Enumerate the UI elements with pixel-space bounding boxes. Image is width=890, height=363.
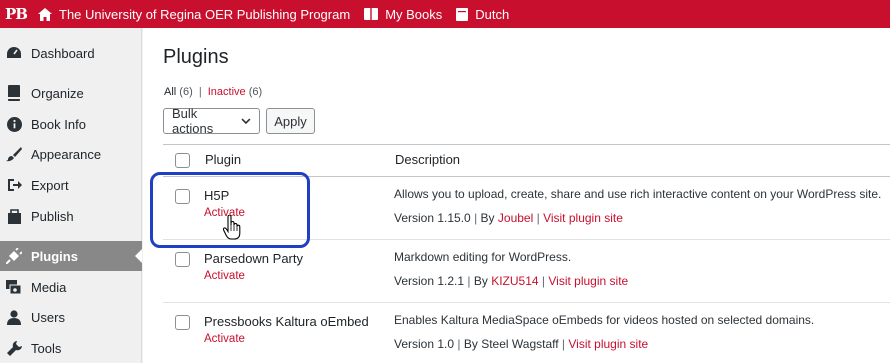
sidebar-item-export[interactable]: Export — [0, 170, 142, 200]
sidebar-item-dashboard[interactable]: Dashboard — [0, 38, 142, 68]
plugin-version: Version 1.15.0 — [394, 211, 471, 225]
apply-button[interactable]: Apply — [266, 108, 315, 134]
plugins-table: Plugin Description H5P Activate Allows y… — [163, 144, 890, 363]
sidebar-item-label: Book Info — [31, 116, 86, 132]
by-prefix: By — [473, 274, 488, 288]
books-icon — [364, 8, 379, 20]
admin-sidebar: Dashboard Organize Book Info Appearance … — [0, 28, 142, 363]
book-icon — [456, 7, 469, 21]
table-row: H5P Activate Allows you to upload, creat… — [163, 178, 890, 240]
column-header-plugin: Plugin — [205, 152, 242, 167]
plugin-meta: Version 1.2.1 | By KIZU514 | Visit plugi… — [394, 274, 629, 288]
by-prefix: By — [480, 211, 495, 225]
bulk-actions-select[interactable]: Bulk actions — [163, 106, 260, 136]
publish-icon — [6, 208, 22, 224]
chevron-down-icon — [241, 117, 251, 124]
media-icon — [6, 279, 22, 295]
admin-bar-network-link[interactable]: The University of Regina OER Publishing … — [32, 0, 358, 28]
column-header-description: Description — [395, 152, 461, 167]
sidebar-item-label: Publish — [31, 208, 74, 224]
sidebar-item-appearance[interactable]: Appearance — [0, 139, 142, 169]
filter-separator: | — [198, 86, 202, 98]
sidebar-item-book-info[interactable]: Book Info — [0, 109, 142, 139]
dashboard-icon — [6, 45, 22, 61]
sidebar-item-label: Users — [31, 309, 65, 325]
admin-bar-book-dutch[interactable]: Dutch — [450, 0, 517, 28]
author-link[interactable]: Joubel — [498, 211, 533, 225]
plugin-name: Parsedown Party — [204, 251, 303, 266]
sidebar-item-publish[interactable]: Publish — [0, 201, 142, 231]
author-name: Steel Wagstaff — [481, 337, 559, 351]
plugin-filters: All (6) | Inactive (6) — [164, 86, 262, 98]
sidebar-item-organize[interactable]: Organize — [0, 78, 142, 108]
brush-icon — [6, 146, 22, 162]
table-row: Pressbooks Kaltura oEmbed Activate Enabl… — [163, 304, 890, 363]
sidebar-item-label: Media — [31, 279, 67, 295]
sidebar-item-label: Appearance — [31, 146, 102, 162]
pressbooks-logo[interactable]: PB — [0, 0, 32, 28]
plugin-description: Allows you to upload, create, share and … — [394, 187, 882, 201]
info-icon — [6, 116, 22, 132]
sidebar-item-label: Tools — [31, 340, 62, 356]
visit-plugin-site-link[interactable]: Visit plugin site — [568, 337, 648, 351]
admin-bar-my-books-label: My Books — [385, 6, 443, 22]
sidebar-item-label: Dashboard — [31, 45, 95, 61]
plugin-meta: Version 1.15.0 | By Joubel | Visit plugi… — [394, 211, 623, 225]
sidebar-item-label: Export — [31, 177, 69, 193]
organize-icon — [6, 85, 22, 101]
select-all-checkbox[interactable] — [175, 153, 190, 168]
activate-link[interactable]: Activate — [204, 333, 245, 345]
plugin-meta: Version 1.0 | By Steel Wagstaff | Visit … — [394, 337, 649, 351]
visit-plugin-site-link[interactable]: Visit plugin site — [548, 274, 628, 288]
bulk-actions-value: Bulk actions — [172, 106, 214, 136]
active-menu-arrow — [135, 249, 142, 263]
activate-link[interactable]: Activate — [204, 270, 245, 282]
admin-bar-my-books[interactable]: My Books — [358, 0, 450, 28]
visit-plugin-site-link[interactable]: Visit plugin site — [543, 211, 623, 225]
admin-bar-network-label: The University of Regina OER Publishing … — [59, 6, 351, 22]
sidebar-item-media[interactable]: Media — [0, 272, 142, 302]
home-icon — [38, 7, 52, 21]
filter-all-count: (6) — [179, 86, 193, 98]
main-content: Plugins All (6) | Inactive (6) Bulk acti… — [143, 28, 890, 363]
sidebar-item-tools[interactable]: Tools — [0, 333, 142, 363]
plugin-description: Enables Kaltura MediaSpace oEmbeds for v… — [394, 313, 815, 327]
sidebar-item-label: Organize — [31, 85, 84, 101]
author-link[interactable]: KIZU514 — [491, 274, 538, 288]
plugin-name: H5P — [204, 188, 230, 203]
export-icon — [6, 177, 22, 193]
plugin-description: Markdown editing for WordPress. — [394, 250, 572, 264]
plugin-version: Version 1.0 — [394, 337, 455, 351]
plugin-version: Version 1.2.1 — [394, 274, 465, 288]
row-checkbox[interactable] — [175, 315, 190, 330]
row-checkbox[interactable] — [175, 189, 190, 204]
row-checkbox[interactable] — [175, 252, 190, 267]
filter-inactive-count: (6) — [248, 86, 263, 98]
sidebar-item-users[interactable]: Users — [0, 302, 142, 332]
table-row: Parsedown Party Activate Markdown editin… — [163, 241, 890, 303]
tools-icon — [6, 340, 22, 356]
sidebar-item-label: Plugins — [31, 248, 78, 264]
admin-bar-book-label: Dutch — [475, 6, 510, 22]
filter-all[interactable]: All — [164, 86, 176, 98]
sidebar-item-plugins[interactable]: Plugins — [0, 241, 142, 271]
page-title: Plugins — [163, 46, 229, 68]
plugin-icon — [6, 248, 22, 264]
hand-pointer-cursor-icon — [223, 215, 241, 240]
users-icon — [6, 309, 22, 325]
filter-inactive[interactable]: Inactive — [208, 86, 246, 98]
plugin-name: Pressbooks Kaltura oEmbed — [204, 314, 369, 329]
admin-bar: PB The University of Regina OER Publishi… — [0, 0, 890, 28]
table-header: Plugin Description — [163, 145, 890, 177]
by-prefix: By — [463, 337, 478, 351]
